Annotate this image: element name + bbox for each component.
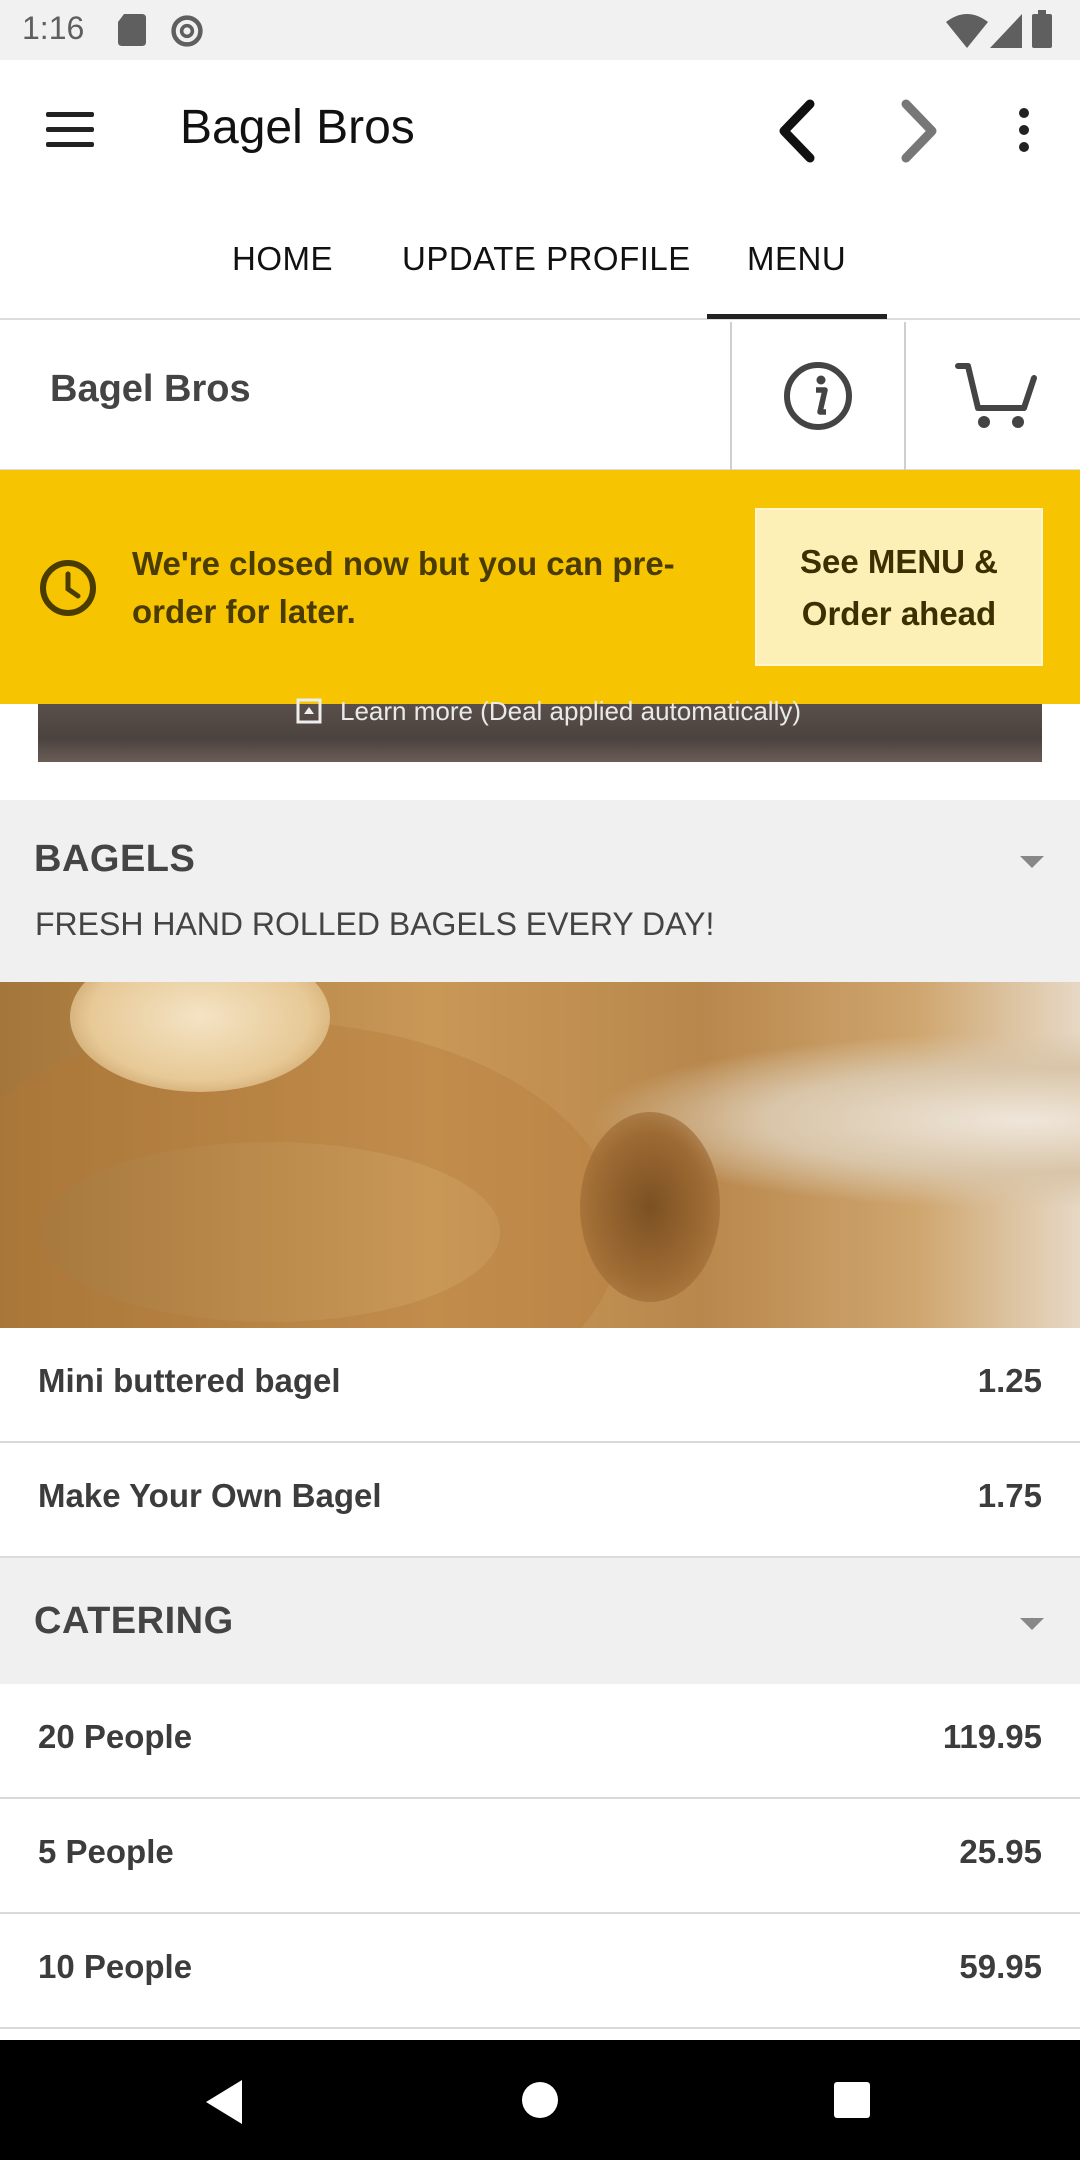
clock-icon: [40, 560, 96, 616]
info-button[interactable]: [730, 322, 906, 470]
app-bar: Bagel Bros: [0, 60, 1080, 200]
menu-item-name: Mini buttered bagel: [38, 1362, 341, 1399]
category-title: BAGELS: [34, 838, 196, 880]
menu-item-name: 5 People: [38, 1833, 174, 1870]
promo-banner[interactable]: Learn more (Deal applied automatically): [38, 696, 1042, 762]
tab-bar: HOME UPDATE PROFILE MENU: [0, 200, 1080, 320]
restaurant-name: Bagel Bros: [50, 368, 251, 410]
info-icon: [784, 362, 852, 430]
tab-home[interactable]: HOME: [232, 240, 333, 278]
menu-item[interactable]: Make Your Own Bagel 1.75: [0, 1443, 1080, 1558]
system-recents-icon[interactable]: [834, 2082, 870, 2118]
status-bar: 1:16: [0, 0, 1080, 60]
cart-button[interactable]: [906, 322, 1080, 470]
category-bagels-header[interactable]: BAGELS FRESH HAND ROLLED BAGELS EVERY DA…: [0, 800, 1080, 982]
system-home-icon[interactable]: [522, 2082, 558, 2118]
menu-item[interactable]: 5 People 25.95: [0, 1799, 1080, 1914]
status-time: 1:16: [22, 10, 85, 46]
restaurant-header: Bagel Bros: [0, 322, 1080, 470]
menu-item[interactable]: 20 People 119.95: [0, 1684, 1080, 1799]
sd-card-icon: [118, 14, 146, 46]
closed-banner: We're closed now but you can pre-order f…: [0, 470, 1080, 704]
cart-icon: [955, 363, 1037, 428]
menu-item-price: 25.95: [959, 1833, 1042, 1870]
wifi-icon: [946, 14, 988, 48]
menu-item-price: 119.95: [942, 1718, 1042, 1755]
collapse-caret-icon[interactable]: [1020, 1618, 1044, 1630]
tab-menu[interactable]: MENU: [747, 240, 846, 278]
see-menu-order-ahead-button[interactable]: See MENU & Order ahead: [755, 508, 1043, 666]
category-subtitle: FRESH HAND ROLLED BAGELS EVERY DAY!: [35, 906, 715, 942]
overflow-menu-icon[interactable]: [1012, 108, 1036, 156]
learn-more-link[interactable]: Learn more (Deal applied automatically): [340, 696, 801, 727]
menu-item-name: Make Your Own Bagel: [38, 1477, 382, 1514]
menu-icon[interactable]: [46, 112, 94, 147]
cell-signal-icon: [990, 14, 1022, 48]
menu-item-price: 59.95: [959, 1948, 1042, 1985]
menu-item-name: 20 People: [38, 1718, 193, 1755]
back-arrow-icon[interactable]: [770, 96, 830, 166]
category-catering-header[interactable]: CATERING: [0, 1556, 1080, 1684]
menu-item-price: 1.25: [977, 1362, 1042, 1399]
category-title: CATERING: [34, 1600, 234, 1642]
menu-item[interactable]: 10 People 59.95: [0, 1914, 1080, 2029]
closed-message: We're closed now but you can pre-order f…: [132, 545, 675, 630]
menu-item[interactable]: Mini buttered bagel 1.25: [0, 1328, 1080, 1443]
bagel-photo: [0, 982, 1080, 1328]
collapse-caret-icon[interactable]: [1020, 856, 1044, 868]
system-back-icon[interactable]: [206, 2080, 242, 2124]
app-title: Bagel Bros: [180, 101, 415, 154]
battery-icon: [1032, 10, 1052, 48]
tab-selected-indicator: [707, 314, 887, 319]
at-sign-icon: [171, 15, 203, 47]
menu-item-price: 1.75: [977, 1477, 1042, 1514]
tab-update-profile[interactable]: UPDATE PROFILE: [402, 240, 691, 278]
expand-icon: [296, 698, 322, 724]
menu-item-name: 10 People: [38, 1948, 193, 1985]
forward-arrow-icon[interactable]: [890, 96, 950, 166]
system-nav-bar: [0, 2040, 1080, 2160]
